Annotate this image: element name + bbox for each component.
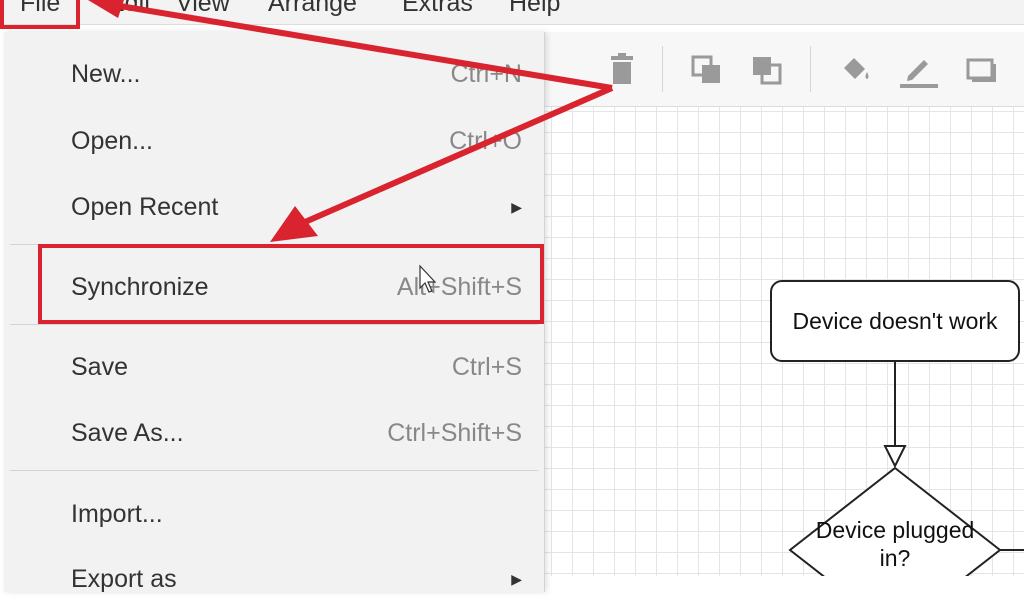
flowchart-decision-label[interactable]: Device plugged in? [800,516,990,572]
file-menu-highlight [0,0,80,29]
toolbar [544,32,1024,107]
menu-item-new[interactable]: New... Ctrl+N [4,49,544,99]
toolbar-separator [662,46,663,92]
menu-item-shortcut: Ctrl+S [451,353,522,381]
menu-item-label: New... [71,60,141,88]
menu-item-shortcut: Ctrl+O [449,127,522,155]
flowchart-start-label: Device doesn't work [792,307,998,334]
menu-item-export-as[interactable]: Export as ▶ [4,554,544,604]
menu-bar: File Edit View Arrange Extras Help [0,0,1024,25]
toolbar-separator [810,46,811,92]
menu-item-open[interactable]: Open... Ctrl+O [4,116,544,166]
menu-extras[interactable]: Extras [402,0,473,18]
to-front-icon[interactable] [688,50,728,90]
menu-item-label: Open... [71,127,153,155]
to-back-icon[interactable] [748,50,788,90]
line-color-icon[interactable] [898,50,938,90]
menu-item-shortcut: Ctrl+Shift+S [387,419,522,447]
menu-help[interactable]: Help [509,0,560,18]
menu-item-shortcut: Ctrl+N [450,60,522,88]
menu-item-label: Export as [71,565,177,593]
fill-color-icon[interactable] [836,50,876,90]
menu-divider [10,470,538,471]
flowchart-start-box[interactable]: Device doesn't work [770,280,1020,362]
chevron-right-icon: ▶ [511,571,522,587]
menu-arrange[interactable]: Arrange [268,0,357,18]
menu-item-open-recent[interactable]: Open Recent ▶ [4,182,544,232]
menu-divider [10,324,538,325]
menu-item-label: Save [71,353,128,381]
menu-item-label: Open Recent [71,193,219,221]
menu-item-label: Import... [71,500,163,528]
menu-edit[interactable]: Edit [108,0,151,18]
menu-item-save[interactable]: Save Ctrl+S [4,342,544,392]
synchronize-highlight [38,244,544,324]
menu-item-label: Save As... [71,419,184,447]
chevron-right-icon: ▶ [511,199,522,215]
shadow-icon[interactable] [962,50,1002,90]
menu-item-save-as[interactable]: Save As... Ctrl+Shift+S [4,408,544,458]
menu-item-import[interactable]: Import... [4,489,544,539]
menu-view[interactable]: View [176,0,230,18]
delete-icon[interactable] [602,50,642,90]
